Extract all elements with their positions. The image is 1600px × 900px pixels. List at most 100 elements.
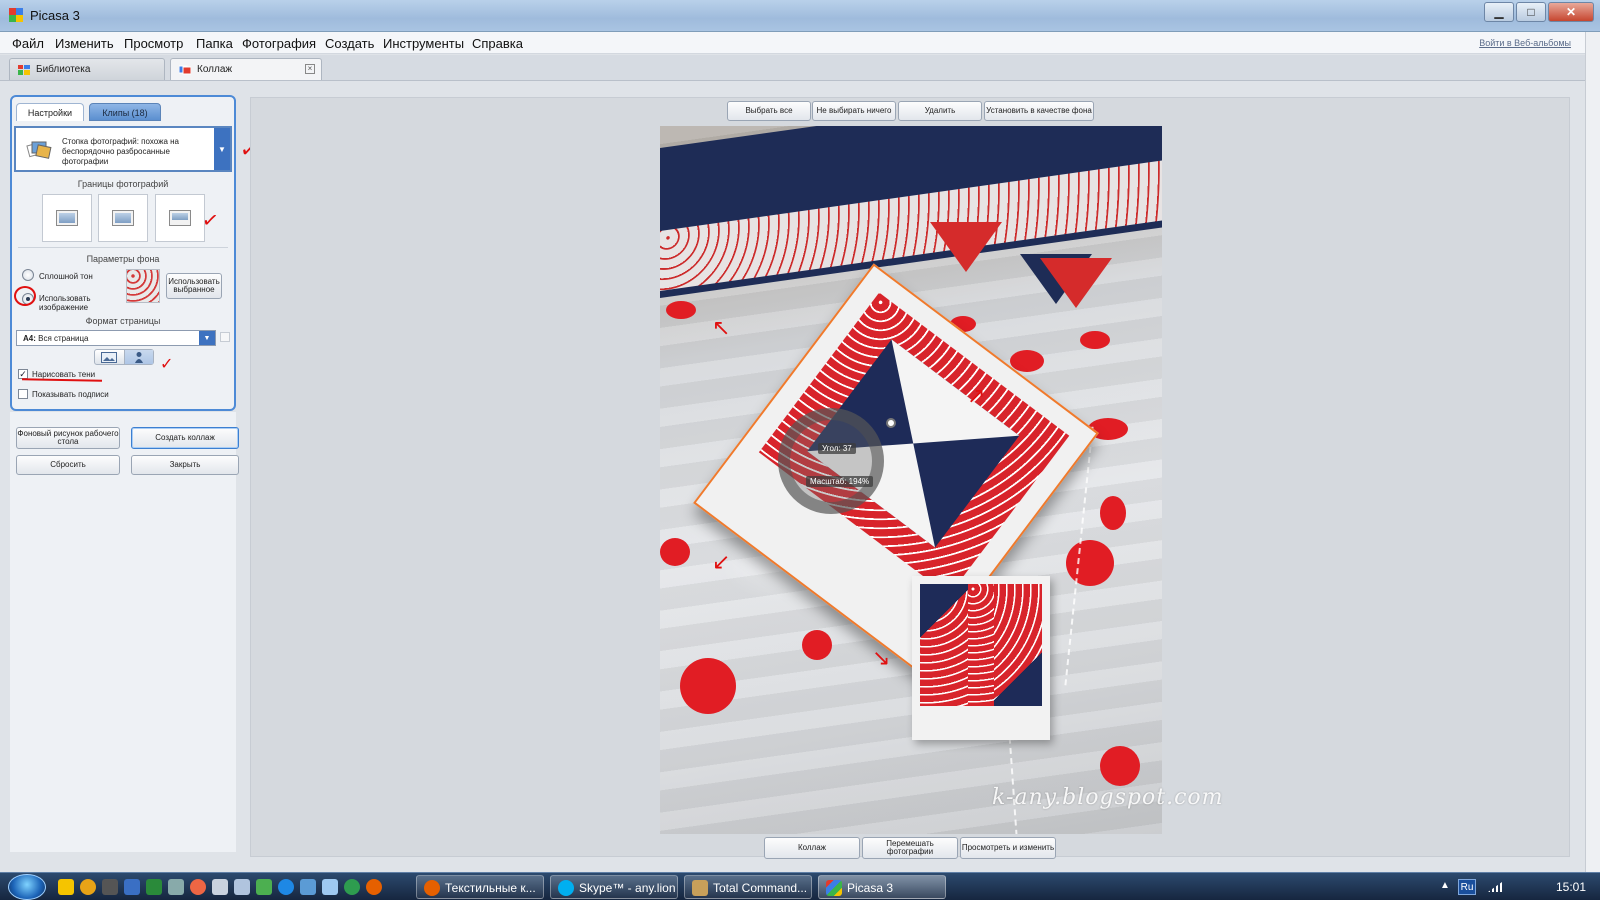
border-option-polaroid[interactable] (155, 194, 205, 242)
portrait-icon (134, 352, 143, 363)
quilt-closeup-photo (920, 584, 1042, 706)
view-and-edit-button[interactable]: Просмотреть и изменить (960, 837, 1056, 859)
annotation-check-mark: ✓ (200, 206, 221, 234)
divider (18, 247, 228, 248)
shuffle-photos-button[interactable]: Перемешать фотографии (862, 837, 958, 859)
fabric-dot (1066, 540, 1114, 586)
menu-create[interactable]: Создать (325, 36, 374, 51)
window-controls: ▁ □ ✕ (1482, 2, 1594, 22)
use-selected-button[interactable]: Использовать выбранное (166, 273, 222, 299)
annotation-circle (14, 286, 36, 306)
rotate-scale-widget[interactable] (778, 408, 884, 514)
page-format-dropdown[interactable]: A4: Вся страница ▼ (16, 330, 216, 346)
rotate-handle[interactable] (886, 418, 896, 428)
clock[interactable]: 15:01 (1556, 880, 1586, 894)
quick-launch-icon[interactable] (212, 879, 228, 895)
start-button[interactable] (8, 874, 46, 900)
image-thumbnail-icon (170, 211, 190, 225)
menu-file[interactable]: Файл (12, 36, 44, 51)
menu-edit[interactable]: Изменить (55, 36, 114, 51)
library-icon (18, 65, 30, 75)
portrait-orientation-button[interactable] (123, 350, 153, 364)
quick-launch-icon[interactable] (102, 879, 118, 895)
taskbar-item-label: Текстильные к... (445, 881, 536, 895)
solid-color-radio[interactable] (22, 269, 34, 281)
menu-picture[interactable]: Фотография (242, 36, 316, 51)
show-hidden-icons-button[interactable]: ▲ (1440, 880, 1450, 891)
border-option-thin[interactable] (98, 194, 148, 242)
panel-actions (10, 412, 236, 852)
draw-shadows-label: Нарисовать тени (32, 370, 96, 379)
collage-style-dropdown[interactable]: Стопка фотографий: похожа на беспорядочн… (14, 126, 232, 172)
minimize-button[interactable]: ▁ (1484, 2, 1514, 22)
picasa-icon (9, 8, 23, 22)
firefox-icon[interactable] (366, 879, 382, 895)
maximize-button[interactable]: □ (1516, 2, 1546, 22)
close-tab-icon[interactable]: × (305, 64, 315, 74)
quick-launch-icon[interactable] (58, 879, 74, 895)
quick-launch-icon[interactable] (124, 879, 140, 895)
select-none-button[interactable]: Не выбирать ничего (812, 101, 896, 121)
language-indicator[interactable]: Ru (1458, 879, 1476, 895)
taskbar-item-firefox[interactable]: Текстильные к... (416, 875, 544, 899)
web-albums-login-link[interactable]: Войти в Веб-альбомы (1479, 38, 1571, 48)
quick-launch-icon[interactable] (146, 879, 162, 895)
select-all-button[interactable]: Выбрать все (727, 101, 811, 121)
quick-launch-icon[interactable] (80, 879, 96, 895)
quick-launch-icon[interactable] (300, 879, 316, 895)
tab-collage[interactable]: Коллаж × (170, 58, 322, 80)
quick-launch-icon[interactable] (234, 879, 250, 895)
menu-help[interactable]: Справка (472, 36, 523, 51)
quilt-triangle (1040, 258, 1112, 308)
close-collage-button[interactable]: Закрыть (131, 455, 239, 475)
page-format-title: Формат страницы (85, 316, 161, 326)
chevron-down-icon[interactable]: ▼ (199, 331, 215, 345)
collage-button[interactable]: Коллаж (764, 837, 860, 859)
fabric-dot (660, 538, 690, 566)
delete-button[interactable]: Удалить (898, 101, 982, 121)
taskbar-item-total-commander[interactable]: Total Command... (684, 875, 812, 899)
taskbar-item-label: Picasa 3 (847, 881, 894, 895)
show-captions-checkbox[interactable] (18, 389, 28, 399)
show-captions-label: Показывать подписи (32, 390, 109, 399)
tab-clips[interactable]: Клипы (18) (89, 103, 161, 121)
taskbar-item-label: Skype™ - any.lion (579, 881, 676, 895)
landscape-orientation-button[interactable] (95, 350, 124, 364)
reset-button[interactable]: Сбросить (16, 455, 120, 475)
annotation-arrow: ↙ (712, 550, 731, 575)
chevron-down-icon[interactable]: ▼ (214, 128, 230, 170)
title-bar: Picasa 3 ▁ □ ✕ (0, 0, 1600, 32)
tab-collage-label: Коллаж (197, 64, 233, 75)
tab-settings[interactable]: Настройки (16, 103, 84, 121)
annotation-arrow: ↘ (872, 646, 891, 671)
quick-launch-icon[interactable] (256, 879, 272, 895)
close-window-button[interactable]: ✕ (1548, 2, 1594, 22)
quick-launch-icon[interactable] (168, 879, 184, 895)
background-options-title: Параметры фона (86, 254, 160, 264)
desktop-background-button[interactable]: Фоновый рисунок рабочего стола (16, 427, 120, 449)
page-format-extra-checkbox[interactable] (220, 332, 230, 342)
page-format-value: Вся страница (38, 334, 89, 343)
tab-library[interactable]: Библиотека (9, 58, 165, 80)
quick-launch-icon[interactable] (190, 879, 206, 895)
ie-icon[interactable] (278, 879, 294, 895)
image-thumbnail-icon (113, 211, 133, 225)
border-option-none[interactable] (42, 194, 92, 242)
photo-borders-title: Границы фотографий (77, 179, 169, 189)
collage-photo[interactable] (912, 576, 1050, 740)
taskbar-item-picasa[interactable]: Picasa 3 (818, 875, 946, 899)
menu-tools[interactable]: Инструменты (383, 36, 464, 51)
network-signal-icon[interactable] (1488, 882, 1502, 892)
use-image-label: Использовать изображение (39, 294, 91, 312)
quick-launch-icon[interactable] (344, 879, 360, 895)
quick-launch-icon[interactable] (322, 879, 338, 895)
background-image-thumbnail[interactable] (126, 269, 160, 303)
menu-view[interactable]: Просмотр (124, 36, 183, 51)
set-as-background-button[interactable]: Установить в качестве фона (984, 101, 1094, 121)
taskbar-item-skype[interactable]: Skype™ - any.lion (550, 875, 678, 899)
photo-pile-icon (26, 141, 52, 159)
scale-label: Масштаб: 194% (806, 476, 874, 487)
create-collage-button[interactable]: Создать коллаж (131, 427, 239, 449)
menu-folder[interactable]: Папка (196, 36, 233, 51)
annotation-arrow: ↗ (967, 384, 986, 409)
